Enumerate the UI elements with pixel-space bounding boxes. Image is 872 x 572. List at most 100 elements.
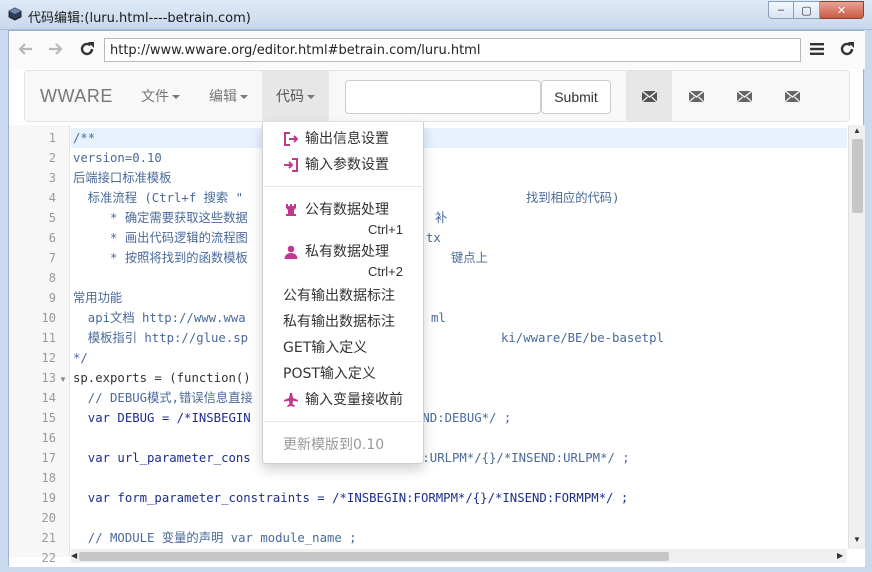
menu-item-label: 输入参数设置 — [305, 157, 389, 173]
window-client: http://www.wware.org/editor.html#betrain… — [8, 30, 865, 567]
line-number: 13 — [41, 371, 56, 385]
code-line: var DEBUG = /*INSBEGIN — [73, 411, 251, 425]
menu-item-input-settings[interactable]: 输入参数设置 — [263, 154, 423, 176]
menu-code-label: 代码 — [276, 89, 304, 105]
envelope-button-3[interactable] — [721, 71, 767, 121]
line-number: 11 — [41, 331, 56, 345]
code-line-tail: 找到相应的代码) — [526, 191, 620, 205]
window-controls: – ▢ ✕ — [768, 1, 864, 19]
app-icon — [8, 7, 22, 21]
line-number: 22 — [41, 551, 56, 565]
plane-icon — [284, 393, 298, 407]
menu-file-label: 文件 — [141, 89, 169, 105]
code-line: 常用功能 — [73, 291, 123, 305]
menu-item-get-input[interactable]: GET输入定义 — [263, 337, 423, 359]
menu-item-public-output-mark[interactable]: 公有输出数据标注 — [263, 285, 423, 307]
code-line-tail: N:URLPM*/{}/*INSEND:URLPM*/ ; — [415, 451, 630, 465]
menu-item-label: 更新模版到0.10 — [283, 437, 385, 453]
code-line: * 按照将找到的函数模板 — [73, 251, 248, 265]
reload-icon[interactable] — [77, 39, 97, 59]
horizontal-scrollbar[interactable]: ◀ ▶ — [71, 549, 847, 563]
menu-item-private-data[interactable]: 私有数据处理 — [263, 241, 423, 263]
envelope-icon — [736, 90, 752, 102]
menu-edit[interactable]: 编辑 — [195, 71, 262, 121]
caret-down-icon — [240, 95, 248, 99]
forward-arrow-icon[interactable] — [46, 39, 66, 59]
window-title: 代码编辑:(luru.html----betrain.com) — [28, 11, 251, 26]
sign-out-icon — [284, 132, 299, 146]
horizontal-scroll-thumb[interactable] — [79, 552, 669, 561]
code-line: 后端接口标准模板 — [73, 171, 172, 185]
sign-in-icon — [284, 158, 298, 172]
code-line: /** — [73, 131, 96, 145]
scroll-right-icon[interactable]: ▶ — [837, 551, 843, 560]
menu-item-label: 公有输出数据标注 — [283, 288, 395, 304]
menu-item-label: 私有输出数据标注 — [283, 314, 395, 330]
menu-item-label: 输出信息设置 — [305, 131, 389, 147]
code-line: * 确定需要获取这些数据 — [73, 211, 248, 225]
search-input[interactable] — [345, 80, 541, 114]
envelope-button-2[interactable] — [673, 71, 719, 121]
menu-item-output-settings[interactable]: 输出信息设置 — [263, 128, 423, 150]
menu-item-public-data[interactable]: 公有数据处理 — [263, 199, 423, 221]
caret-down-icon — [172, 95, 180, 99]
line-number: 8 — [48, 271, 56, 285]
line-gutter: 1 2 3 4 5 6 7 8 9 10 11 12 13 14 15 16 17 18 19 20 21 22 ▼ — [9, 125, 70, 565]
url-input[interactable]: http://www.wware.org/editor.html#betrain… — [104, 38, 801, 62]
minimize-button[interactable]: – — [768, 1, 794, 19]
code-line-tail: 键点上 — [451, 251, 488, 265]
submit-button[interactable]: Submit — [541, 80, 611, 114]
line-number: 3 — [48, 171, 56, 185]
code-line: var url_parameter_cons — [73, 451, 251, 465]
vertical-scroll-thumb[interactable] — [852, 139, 863, 213]
line-number: 20 — [41, 511, 56, 525]
window-titlebar[interactable]: 代码编辑:(luru.html----betrain.com) – ▢ ✕ — [0, 0, 872, 30]
scroll-left-icon[interactable]: ◀ — [71, 551, 77, 560]
menu-item-post-input[interactable]: POST输入定义 — [263, 363, 423, 385]
code-line: * 画出代码逻辑的流程图 — [73, 231, 248, 245]
code-line: // MODULE 变量的声明 var module_name ; — [73, 531, 357, 545]
menu-item-update-template: 更新模版到0.10 — [263, 434, 423, 456]
maximize-button[interactable]: ▢ — [794, 1, 820, 19]
envelope-button-4[interactable] — [769, 71, 815, 121]
code-line: 模板指引 http://glue.sp — [73, 331, 249, 345]
code-line: // DEBUG模式,错误信息直接 — [73, 391, 253, 405]
code-area[interactable]: /** version=0.10 后端接口标准模板 标准流程 (Ctrl+f 搜索 … — [71, 125, 847, 549]
code-line: sp.exports = (function() — [73, 371, 251, 385]
tower-icon — [286, 204, 296, 216]
back-arrow-icon[interactable] — [15, 39, 35, 59]
code-line-tail: ki/wware/BE/be-basetpl — [501, 331, 664, 345]
caret-down-icon — [307, 95, 315, 99]
menu-code[interactable]: 代码 — [262, 71, 329, 121]
line-number: 5 — [48, 211, 56, 225]
close-button[interactable]: ✕ — [820, 1, 864, 19]
code-line-tail: 补 — [435, 211, 448, 225]
menu-item-private-output-mark[interactable]: 私有输出数据标注 — [263, 311, 423, 333]
scroll-up-icon[interactable]: ▲ — [853, 126, 861, 135]
menu-item-label: POST输入定义 — [283, 366, 376, 382]
line-number: 9 — [48, 291, 56, 305]
code-line-tail: END:DEBUG*/ ; — [415, 411, 512, 425]
menu-divider — [264, 421, 424, 422]
vertical-scrollbar[interactable]: ▲ ▼ — [848, 125, 865, 549]
refresh-icon[interactable] — [837, 39, 857, 59]
scroll-down-icon[interactable]: ▼ — [853, 535, 861, 544]
shortcut-label: Ctrl+2 — [367, 264, 403, 279]
line-number: 1 — [48, 131, 56, 145]
code-line: */ — [73, 351, 88, 365]
code-editor[interactable]: 1 2 3 4 5 6 7 8 9 10 11 12 13 14 15 16 17 18 19 20 21 22 ▼ /**… — [9, 125, 865, 567]
brand-logo[interactable]: WWARE — [40, 86, 113, 107]
line-number: 14 — [41, 391, 56, 405]
menu-icon[interactable] — [807, 39, 827, 59]
line-number: 16 — [41, 431, 56, 445]
user-icon — [284, 245, 298, 259]
code-line: 标准流程 (Ctrl+f 搜索 " — [73, 191, 244, 205]
menu-item-before-input-receive[interactable]: 输入变量接收前 — [263, 389, 423, 411]
menu-file[interactable]: 文件 — [127, 71, 194, 121]
envelope-icon — [641, 90, 657, 102]
menu-edit-label: 编辑 — [209, 89, 237, 105]
envelope-button-1[interactable] — [626, 71, 672, 121]
fold-toggle-icon[interactable]: ▼ — [59, 375, 67, 384]
line-number: 6 — [48, 231, 56, 245]
shortcut-label: Ctrl+1 — [367, 222, 403, 237]
